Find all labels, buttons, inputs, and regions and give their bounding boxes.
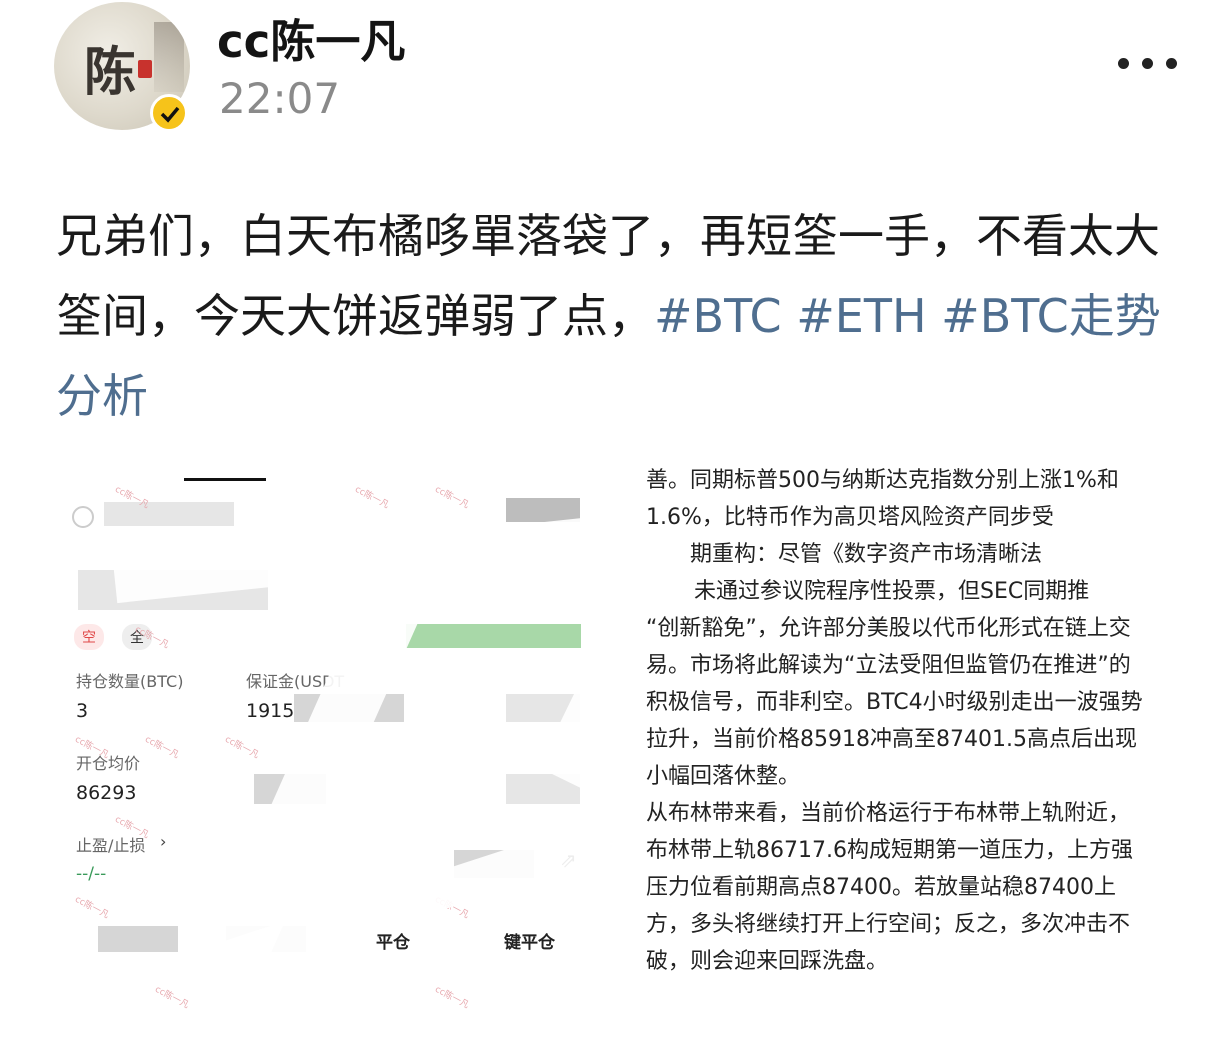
post-text: 兄弟们，白天布橘哆單落袋了，再短筌一手，不看太大筌间，今天大饼返弹弱了点，#BT… xyxy=(56,196,1176,436)
hashtag-btc[interactable]: #BTC xyxy=(654,289,782,343)
image-edge xyxy=(646,1022,1146,1053)
watermark: cc陈一凡 xyxy=(433,984,471,1011)
article-paragraph: 期重构：尽管《数字资产市场清晰法 xyxy=(690,542,1043,567)
watermark: cc陈一凡 xyxy=(143,734,181,761)
article-paragraph: “创新豁免”，允许部分美股以代币化形式在链上交易。市场将此解读为“立法受阻但监管… xyxy=(646,616,1143,789)
watermark: cc陈一凡 xyxy=(433,484,471,511)
pixelated-block xyxy=(98,926,178,952)
position-qty-value: 3 xyxy=(76,700,89,722)
hashtag-eth[interactable]: #ETH xyxy=(796,289,926,343)
watermark: cc陈一凡 xyxy=(153,984,191,1011)
article-text: 善。同期标普500与纳斯达克指数分别上涨1%和1.6%，比特币作为高贝塔风险资产… xyxy=(646,462,1146,980)
pixelated-block xyxy=(104,502,234,526)
avatar-character: 陈 xyxy=(84,42,137,103)
watermark: cc陈一凡 xyxy=(353,484,391,511)
more-options-icon[interactable] xyxy=(1118,58,1178,70)
close-position-button[interactable]: 平仓 xyxy=(376,928,410,953)
radio-icon xyxy=(72,506,94,528)
verified-badge-icon xyxy=(150,94,188,132)
chevron-right-icon[interactable]: › xyxy=(160,832,166,851)
username[interactable]: cc陈一凡 xyxy=(217,5,405,70)
article-paragraph: 未通过参议院程序性投票，但SEC同期推 xyxy=(694,579,1090,604)
avg-price-value: 86293 xyxy=(76,782,137,804)
watermark: cc陈一凡 xyxy=(73,894,111,921)
article-paragraph: 善。同期标普500与纳斯达克指数分别上涨1%和1.6%，比特币作为高贝塔风险资产… xyxy=(646,468,1119,530)
position-qty-label: 持仓数量(BTC) xyxy=(76,672,184,691)
avatar-seal xyxy=(138,60,152,78)
article-paragraph: 从布林带来看，当前价格运行于布林带上轨附近，布林带上轨86717.6构成短期第一… xyxy=(646,801,1133,974)
pnl-bar xyxy=(406,624,581,648)
margin-value: 1915 xyxy=(246,700,295,722)
tp-sl-value: --/-- xyxy=(76,864,107,884)
short-chip: 空 xyxy=(74,624,104,650)
one-click-close-button[interactable]: 键平仓 xyxy=(504,928,555,953)
smear-mark xyxy=(113,512,608,604)
watermark: cc陈一凡 xyxy=(223,734,261,761)
trading-screenshot[interactable]: 空 全 持仓数量(BTC) 保证金(USDT 3 1915 开仓均价 86293… xyxy=(54,460,608,1036)
post-time: 22:07 xyxy=(219,74,341,123)
avatar-brush-decoration xyxy=(154,22,184,92)
tab-indicator xyxy=(184,478,266,481)
